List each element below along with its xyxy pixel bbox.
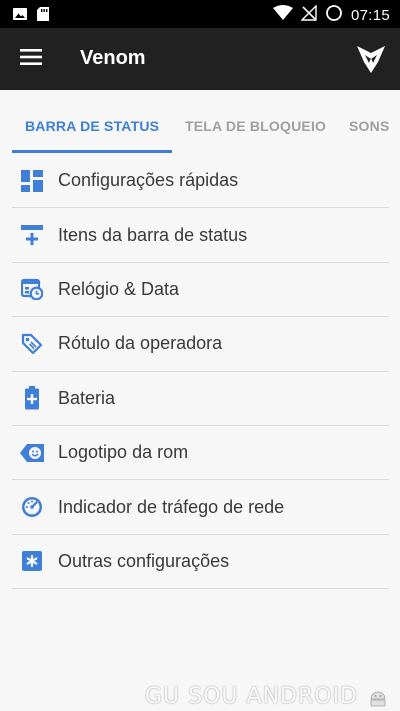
tab-bar: BARRA DE STATUS TELA DE BLOQUEIO SONS [0, 90, 400, 154]
list-item-logotipo-rom[interactable]: Logotipo da rom [12, 426, 389, 481]
list-item-label: Logotipo da rom [58, 442, 189, 463]
menu-button[interactable] [14, 43, 48, 75]
tab-barra-de-status[interactable]: BARRA DE STATUS [25, 90, 159, 154]
alarm-ring-icon [325, 4, 343, 27]
list-item-label: Indicador de tráfego de rede [58, 496, 285, 517]
image-notification-icon [12, 6, 28, 27]
list-item-indicador-trafego[interactable]: Indicador de tráfego de rede [12, 480, 389, 535]
tag-icon [20, 332, 44, 356]
list-item-configuracoes-rapidas[interactable]: Configurações rápidas [12, 154, 389, 209]
tab-tela-de-bloqueio[interactable]: TELA DE BLOQUEIO [185, 90, 326, 154]
list-item-label: Relógio & Data [58, 278, 180, 299]
hamburger-menu-icon [20, 48, 42, 70]
asterisk-box-icon [20, 549, 44, 573]
active-tab-indicator [12, 150, 172, 153]
list-item-relogio-data[interactable]: Relógio & Data [12, 263, 389, 318]
wifi-icon [272, 5, 293, 26]
smiley-tag-icon [20, 441, 44, 465]
calendar-clock-icon [20, 277, 44, 301]
list-item-label: Configurações rápidas [58, 170, 239, 191]
status-bar-add-icon [20, 223, 44, 247]
dashboard-icon [20, 169, 44, 193]
watermark-logo: GU SOU ANDROID [145, 684, 388, 709]
list-item-itens-barra-status[interactable]: Itens da barra de status [12, 208, 389, 263]
android-robot-icon [368, 688, 388, 707]
battery-plus-icon [20, 386, 44, 410]
speedometer-icon [20, 495, 44, 519]
list-item-label: Rótulo da operadora [58, 333, 223, 354]
settings-list: Configurações rápidas Itens da barra de … [12, 154, 389, 590]
list-item-label: Bateria [58, 387, 116, 408]
venom-fang-logo-icon[interactable] [356, 42, 386, 76]
list-item-rotulo-operadora[interactable]: Rótulo da operadora [12, 317, 389, 372]
tab-sons[interactable]: SONS [349, 90, 389, 154]
watermark-text: GU SOU ANDROID [145, 684, 358, 709]
app-toolbar: Venom [0, 28, 400, 90]
status-bar: 07:15 [0, 0, 400, 28]
list-item-bateria[interactable]: Bateria [12, 372, 389, 426]
no-signal-icon [300, 4, 317, 26]
list-item-outras-configuracoes[interactable]: Outras configurações [12, 535, 389, 590]
list-item-label: Outras configurações [58, 550, 230, 571]
status-time: 07:15 [350, 7, 390, 24]
list-item-label: Itens da barra de status [58, 224, 248, 245]
app-title: Venom [80, 47, 146, 69]
sd-card-icon [36, 6, 50, 27]
